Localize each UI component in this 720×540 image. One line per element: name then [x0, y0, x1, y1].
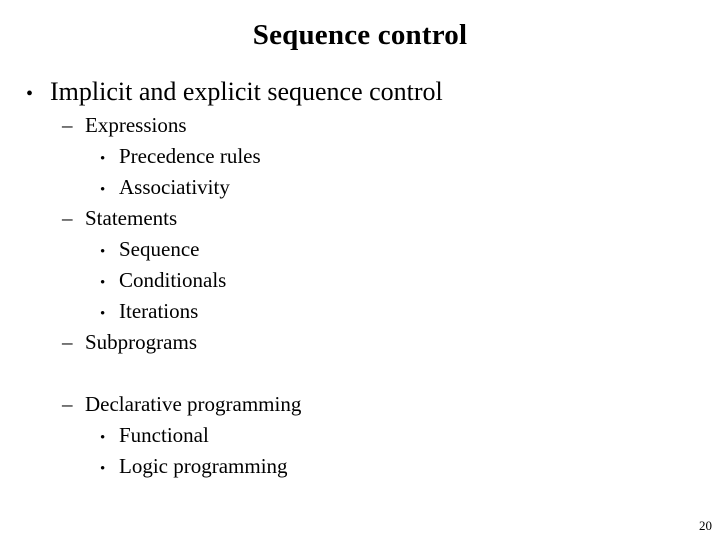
- outline-item-label: Logic programming: [119, 454, 288, 478]
- outline-item-level3: • Iterations: [0, 296, 720, 327]
- outline-item-label: Statements: [85, 206, 178, 230]
- slide: Sequence control • Implicit and explicit…: [0, 0, 720, 540]
- outline-item-label: Subprograms: [85, 330, 197, 354]
- bullet-dash-icon: –: [62, 330, 73, 354]
- outline-item-label: Implicit and explicit sequence control: [50, 77, 443, 106]
- bullet-dot-icon: •: [100, 461, 106, 477]
- bullet-dot-icon: •: [100, 275, 106, 291]
- page-title: Sequence control: [252, 19, 468, 51]
- outline-blank-line: [0, 358, 720, 389]
- bullet-dash-icon: –: [62, 392, 73, 416]
- bullet-dot-icon: •: [100, 151, 106, 167]
- outline-item-level3: • Conditionals: [0, 265, 720, 296]
- outline-item-level3: • Functional: [0, 420, 720, 451]
- page-number: 20: [699, 518, 712, 533]
- bullet-dash-icon: –: [62, 206, 73, 230]
- bullet-dot-icon: •: [100, 244, 106, 260]
- outline-item-label: Conditionals: [119, 268, 227, 292]
- outline-item-level2: – Declarative programming: [0, 389, 720, 420]
- outline-item-level2: – Expressions: [0, 110, 720, 141]
- outline-item-label: Functional: [119, 423, 209, 447]
- bullet-dot-icon: •: [100, 430, 106, 446]
- outline-item-level3: • Precedence rules: [0, 141, 720, 172]
- bullet-dash-icon: –: [62, 113, 73, 137]
- outline-body: • Implicit and explicit sequence control…: [0, 74, 720, 482]
- bullet-dot-icon: •: [100, 182, 106, 198]
- outline-item-level2: – Subprograms: [0, 327, 720, 358]
- outline-item-label: Associativity: [119, 175, 230, 199]
- outline-item-level2: – Statements: [0, 203, 720, 234]
- outline-item-label: Precedence rules: [119, 144, 261, 168]
- outline-item-label: Iterations: [119, 299, 199, 323]
- outline-item-label: Declarative programming: [85, 392, 302, 416]
- outline-item-label: Expressions: [85, 113, 187, 137]
- outline-item-level3: • Associativity: [0, 172, 720, 203]
- bullet-dot-icon: •: [100, 306, 106, 322]
- bullet-dot-icon: •: [26, 83, 34, 105]
- outline-item-label: Sequence: [119, 237, 200, 261]
- outline-item-level3: • Logic programming: [0, 451, 720, 482]
- outline-item-level3: • Sequence: [0, 234, 720, 265]
- outline-item-level1: • Implicit and explicit sequence control: [0, 74, 720, 110]
